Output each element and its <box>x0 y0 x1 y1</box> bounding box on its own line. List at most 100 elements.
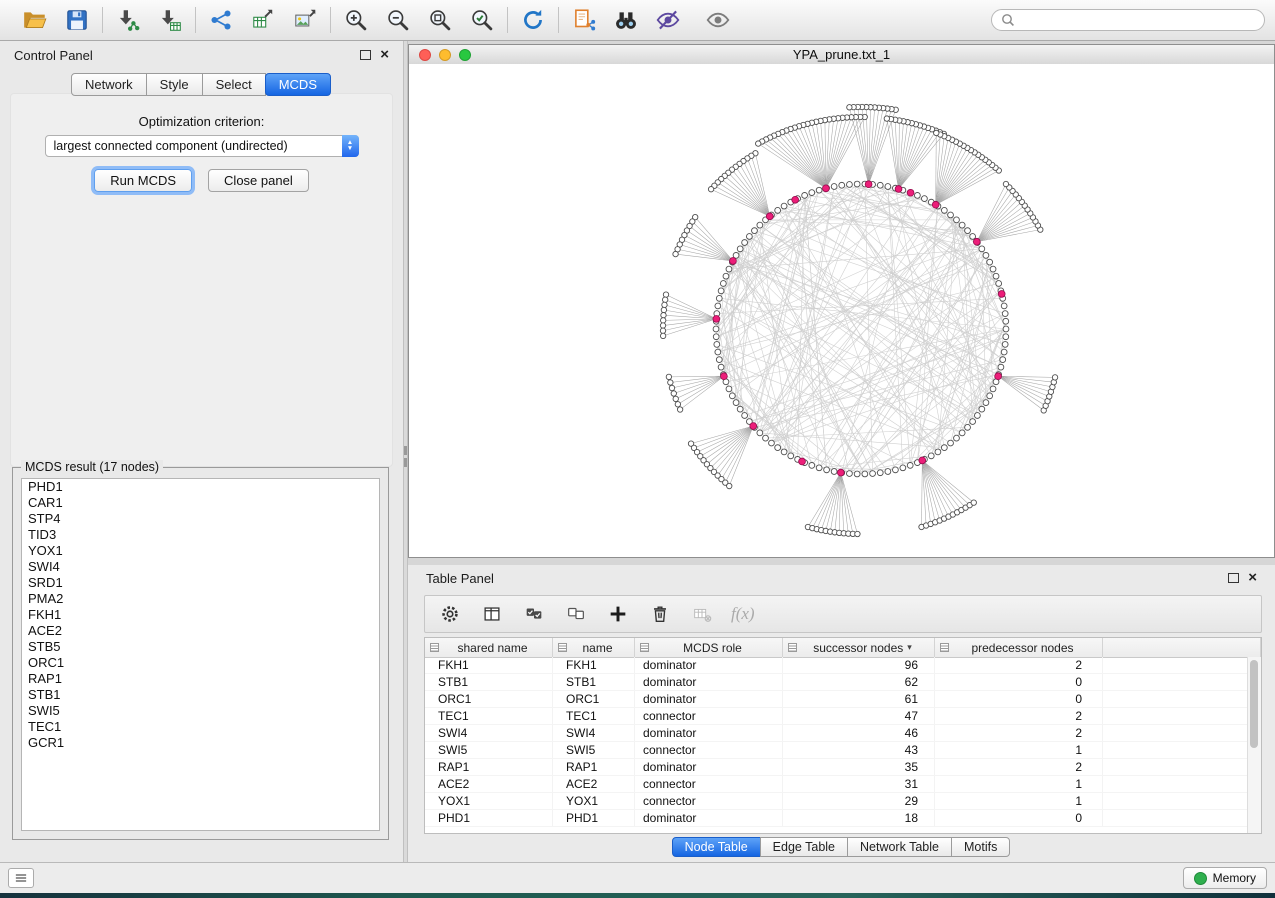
first-neighbors-button[interactable] <box>610 4 642 36</box>
cell[interactable]: 61 <box>783 691 935 707</box>
table-row[interactable]: YOX1YOX1connector291 <box>425 793 1248 810</box>
mcds-result-item[interactable]: SRD1 <box>22 575 379 591</box>
cell[interactable]: ORC1 <box>425 691 553 707</box>
mcds-result-item[interactable]: STB1 <box>22 687 379 703</box>
cell[interactable]: 1 <box>935 776 1103 792</box>
cell[interactable]: SWI4 <box>553 725 635 741</box>
mcds-result-item[interactable]: TEC1 <box>22 719 379 735</box>
show-all-button[interactable] <box>702 4 734 36</box>
minimize-window-button[interactable] <box>439 49 451 61</box>
table-row[interactable]: FKH1FKH1dominator962 <box>425 657 1248 674</box>
cell[interactable]: SWI4 <box>425 725 553 741</box>
criterion-select[interactable]: largest connected component (undirected)… <box>45 135 359 157</box>
cell[interactable]: PHD1 <box>425 810 553 826</box>
delete-column-button[interactable] <box>647 601 673 627</box>
cell[interactable]: SWI5 <box>425 742 553 758</box>
tab-node-table[interactable]: Node Table <box>672 837 761 857</box>
status-menu-button[interactable] <box>8 868 34 888</box>
mcds-result-item[interactable]: SWI5 <box>22 703 379 719</box>
close-table-panel-icon[interactable]: × <box>1248 572 1257 584</box>
mcds-result-item[interactable]: FKH1 <box>22 607 379 623</box>
export-image-button[interactable] <box>289 4 321 36</box>
cell[interactable]: connector <box>635 793 783 809</box>
table-row[interactable]: SWI4SWI4dominator462 <box>425 725 1248 742</box>
table-row[interactable]: TEC1TEC1connector472 <box>425 708 1248 725</box>
cell[interactable]: TEC1 <box>425 708 553 724</box>
table-row[interactable]: STB1STB1dominator620 <box>425 674 1248 691</box>
zoom-selected-button[interactable] <box>466 4 498 36</box>
cell[interactable]: dominator <box>635 810 783 826</box>
cell[interactable]: FKH1 <box>553 657 635 673</box>
mcds-result-item[interactable]: GCR1 <box>22 735 379 751</box>
close-panel-button[interactable]: Close panel <box>208 169 309 192</box>
tab-network-table[interactable]: Network Table <box>847 837 952 857</box>
network-window-titlebar[interactable]: YPA_prune.txt_1 <box>409 45 1274 65</box>
float-panel-icon[interactable] <box>360 50 371 60</box>
network-canvas[interactable] <box>409 64 1275 558</box>
cell[interactable]: 31 <box>783 776 935 792</box>
column-layout-button[interactable] <box>479 601 505 627</box>
mcds-result-item[interactable]: RAP1 <box>22 671 379 687</box>
cell[interactable]: PHD1 <box>553 810 635 826</box>
zoom-fit-button[interactable] <box>424 4 456 36</box>
cell[interactable]: YOX1 <box>553 793 635 809</box>
table-row[interactable]: SWI5SWI5connector431 <box>425 742 1248 759</box>
cell[interactable]: STB1 <box>425 674 553 690</box>
table-row[interactable]: RAP1RAP1dominator352 <box>425 759 1248 776</box>
column-header-mcds-role[interactable]: MCDS role <box>635 638 783 657</box>
mcds-result-item[interactable]: PMA2 <box>22 591 379 607</box>
mcds-result-item[interactable]: YOX1 <box>22 543 379 559</box>
cell[interactable]: connector <box>635 708 783 724</box>
mcds-result-list[interactable]: PHD1CAR1STP4TID3YOX1SWI4SRD1PMA2FKH1ACE2… <box>21 478 380 831</box>
cell[interactable]: 1 <box>935 793 1103 809</box>
cell[interactable]: 1 <box>935 742 1103 758</box>
close-window-button[interactable] <box>419 49 431 61</box>
cell[interactable]: dominator <box>635 759 783 775</box>
splitter-grip[interactable] <box>404 458 407 467</box>
close-panel-icon[interactable]: × <box>380 49 389 61</box>
search-input[interactable] <box>1020 12 1255 28</box>
tab-edge-table[interactable]: Edge Table <box>760 837 848 857</box>
cell[interactable]: 2 <box>935 657 1103 673</box>
cell[interactable]: 0 <box>935 691 1103 707</box>
mcds-result-item[interactable]: STP4 <box>22 511 379 527</box>
cell[interactable]: 2 <box>935 759 1103 775</box>
hide-selected-button[interactable] <box>652 4 684 36</box>
import-table-button[interactable] <box>154 4 186 36</box>
tab-style[interactable]: Style <box>146 73 203 96</box>
network-file-share-button[interactable] <box>568 4 600 36</box>
cell[interactable]: dominator <box>635 691 783 707</box>
cell[interactable]: RAP1 <box>553 759 635 775</box>
cell[interactable]: 18 <box>783 810 935 826</box>
table-row[interactable]: PHD1PHD1dominator180 <box>425 810 1248 827</box>
cell[interactable]: 43 <box>783 742 935 758</box>
cell[interactable]: 29 <box>783 793 935 809</box>
cell[interactable]: ACE2 <box>425 776 553 792</box>
tab-motifs[interactable]: Motifs <box>951 837 1010 857</box>
cell[interactable]: 35 <box>783 759 935 775</box>
save-session-button[interactable] <box>61 4 93 36</box>
maximize-window-button[interactable] <box>459 49 471 61</box>
network-view[interactable] <box>409 64 1274 557</box>
table-scrollbar-thumb[interactable] <box>1250 660 1258 748</box>
function-builder-button[interactable]: f(x) <box>731 601 755 627</box>
cell[interactable]: ORC1 <box>553 691 635 707</box>
table-row[interactable]: ORC1ORC1dominator610 <box>425 691 1248 708</box>
cell[interactable]: 2 <box>935 708 1103 724</box>
zoom-out-button[interactable] <box>382 4 414 36</box>
refresh-view-button[interactable] <box>517 4 549 36</box>
clear-table-button[interactable] <box>689 601 715 627</box>
cell[interactable]: SWI5 <box>553 742 635 758</box>
tab-select[interactable]: Select <box>202 73 266 96</box>
cell[interactable]: STB1 <box>553 674 635 690</box>
cell[interactable]: dominator <box>635 657 783 673</box>
import-network-button[interactable] <box>112 4 144 36</box>
select-all-button[interactable] <box>521 601 547 627</box>
mcds-result-item[interactable]: PHD1 <box>22 479 379 495</box>
cell[interactable]: 46 <box>783 725 935 741</box>
mcds-result-item[interactable]: TID3 <box>22 527 379 543</box>
mcds-result-item[interactable]: ORC1 <box>22 655 379 671</box>
open-file-button[interactable] <box>19 4 51 36</box>
cell[interactable]: TEC1 <box>553 708 635 724</box>
table-scrollbar[interactable] <box>1247 657 1261 833</box>
